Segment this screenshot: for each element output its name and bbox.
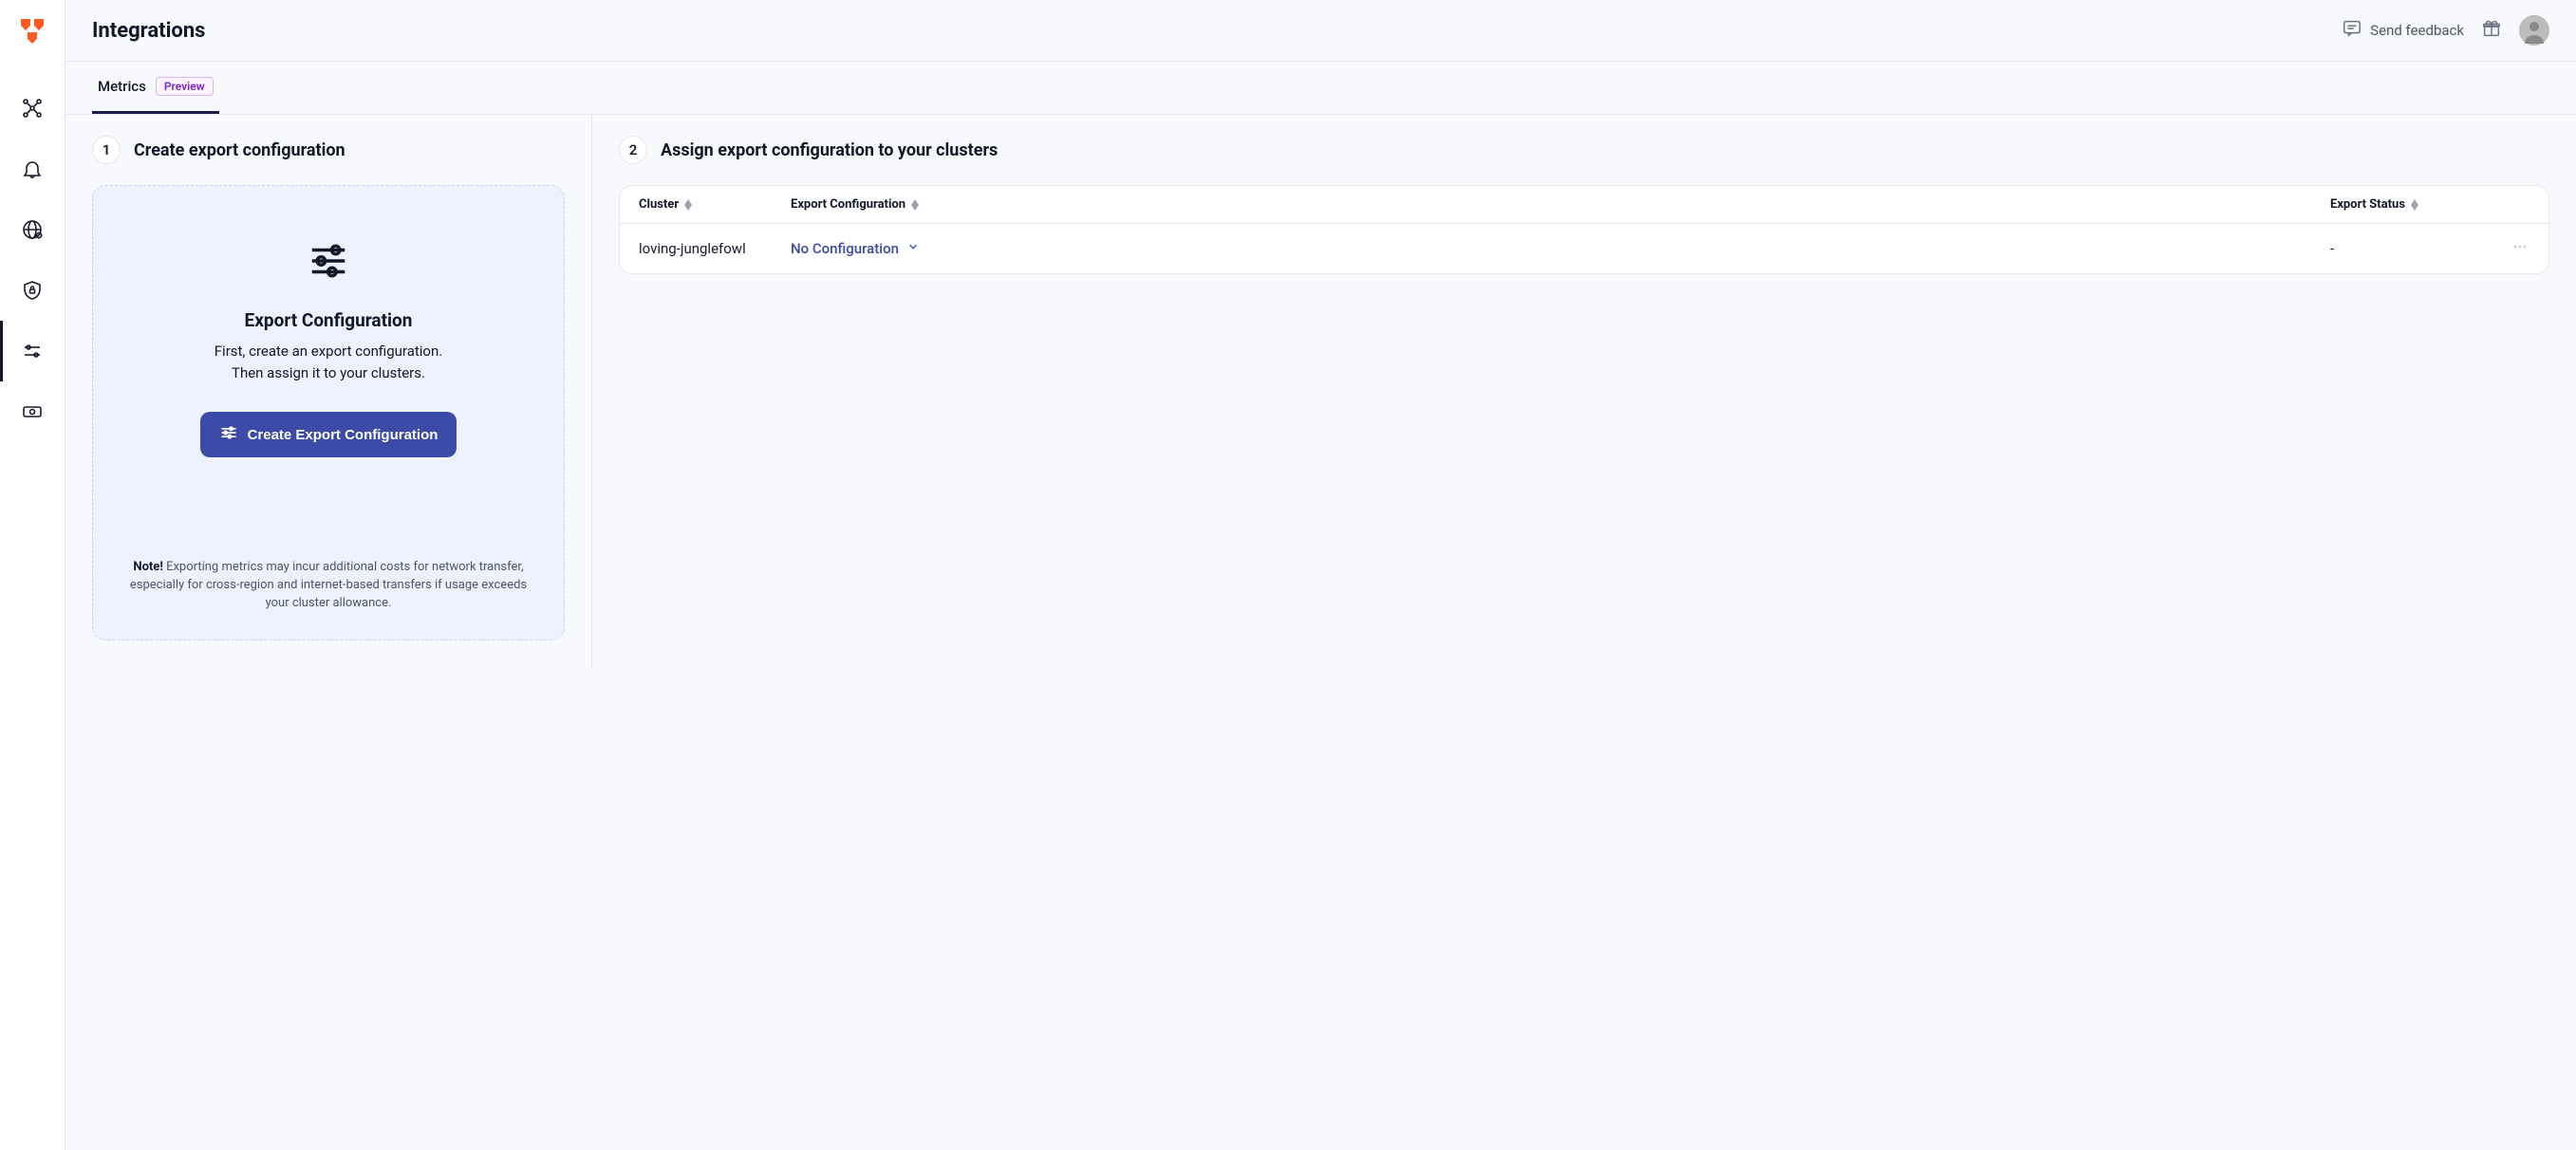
sidebar-item-alerts[interactable] <box>0 139 65 199</box>
sort-icon <box>2411 199 2418 211</box>
tabs: Metrics Preview <box>65 62 2576 115</box>
table-header: Cluster Export Configuration <box>620 186 2548 224</box>
clusters-table: Cluster Export Configuration <box>619 185 2549 274</box>
card-description: First, create an export configuration. T… <box>215 341 442 383</box>
gift-button[interactable] <box>2481 18 2502 43</box>
card-note: Note! Exporting metrics may incur additi… <box>120 521 537 613</box>
panel-create-config: 1 Create export configuration Export Con… <box>65 115 592 667</box>
sidebar-item-security[interactable] <box>0 260 65 321</box>
header: Integrations Send feedback <box>65 0 2576 62</box>
content: 1 Create export configuration Export Con… <box>65 115 2576 667</box>
card-title: Export Configuration <box>245 309 413 331</box>
row-actions-button[interactable] <box>2482 237 2529 260</box>
avatar[interactable] <box>2519 15 2549 46</box>
export-config-card: Export Configuration First, create an ex… <box>92 185 565 640</box>
button-label: Create Export Configuration <box>248 427 439 443</box>
step-number: 1 <box>92 136 121 164</box>
header-actions: Send feedback <box>2342 15 2549 46</box>
feedback-icon <box>2342 18 2362 43</box>
logo[interactable] <box>19 17 46 44</box>
page-title: Integrations <box>92 19 205 43</box>
create-export-config-button[interactable]: Create Export Configuration <box>200 412 457 457</box>
main-area: Integrations Send feedback <box>65 0 2576 1150</box>
sidebar <box>0 0 65 1150</box>
step-header-1: 1 Create export configuration <box>92 136 565 164</box>
preview-badge: Preview <box>156 77 214 96</box>
th-cluster[interactable]: Cluster <box>639 197 791 212</box>
cell-cluster-name: loving-junglefowl <box>639 240 791 257</box>
sidebar-item-clusters[interactable] <box>0 78 65 139</box>
step-title: Create export configuration <box>134 140 345 160</box>
sidebar-item-billing[interactable] <box>0 381 65 442</box>
sidebar-item-network[interactable] <box>0 199 65 260</box>
table-row: loving-junglefowl No Configuration - <box>620 224 2548 273</box>
cell-config-dropdown[interactable]: No Configuration <box>791 240 2330 257</box>
th-export-config[interactable]: Export Configuration <box>791 197 2330 212</box>
sort-icon <box>911 199 919 211</box>
sliders-icon <box>307 239 350 287</box>
tab-label: Metrics <box>98 78 146 95</box>
sliders-icon <box>219 423 238 446</box>
feedback-label: Send feedback <box>2370 22 2464 39</box>
th-export-status[interactable]: Export Status <box>2330 197 2482 212</box>
step-title: Assign export configuration to your clus… <box>661 140 998 160</box>
send-feedback-button[interactable]: Send feedback <box>2342 18 2464 43</box>
more-icon <box>2511 237 2529 260</box>
gift-icon <box>2481 18 2502 43</box>
sidebar-item-integrations[interactable] <box>0 321 65 381</box>
step-number: 2 <box>619 136 647 164</box>
step-header-2: 2 Assign export configuration to your cl… <box>619 136 2549 164</box>
panel-assign-config: 2 Assign export configuration to your cl… <box>592 115 2576 667</box>
chevron-down-icon <box>906 240 920 257</box>
tab-metrics[interactable]: Metrics Preview <box>92 62 219 114</box>
cell-status: - <box>2330 240 2482 257</box>
sort-icon <box>684 199 692 211</box>
